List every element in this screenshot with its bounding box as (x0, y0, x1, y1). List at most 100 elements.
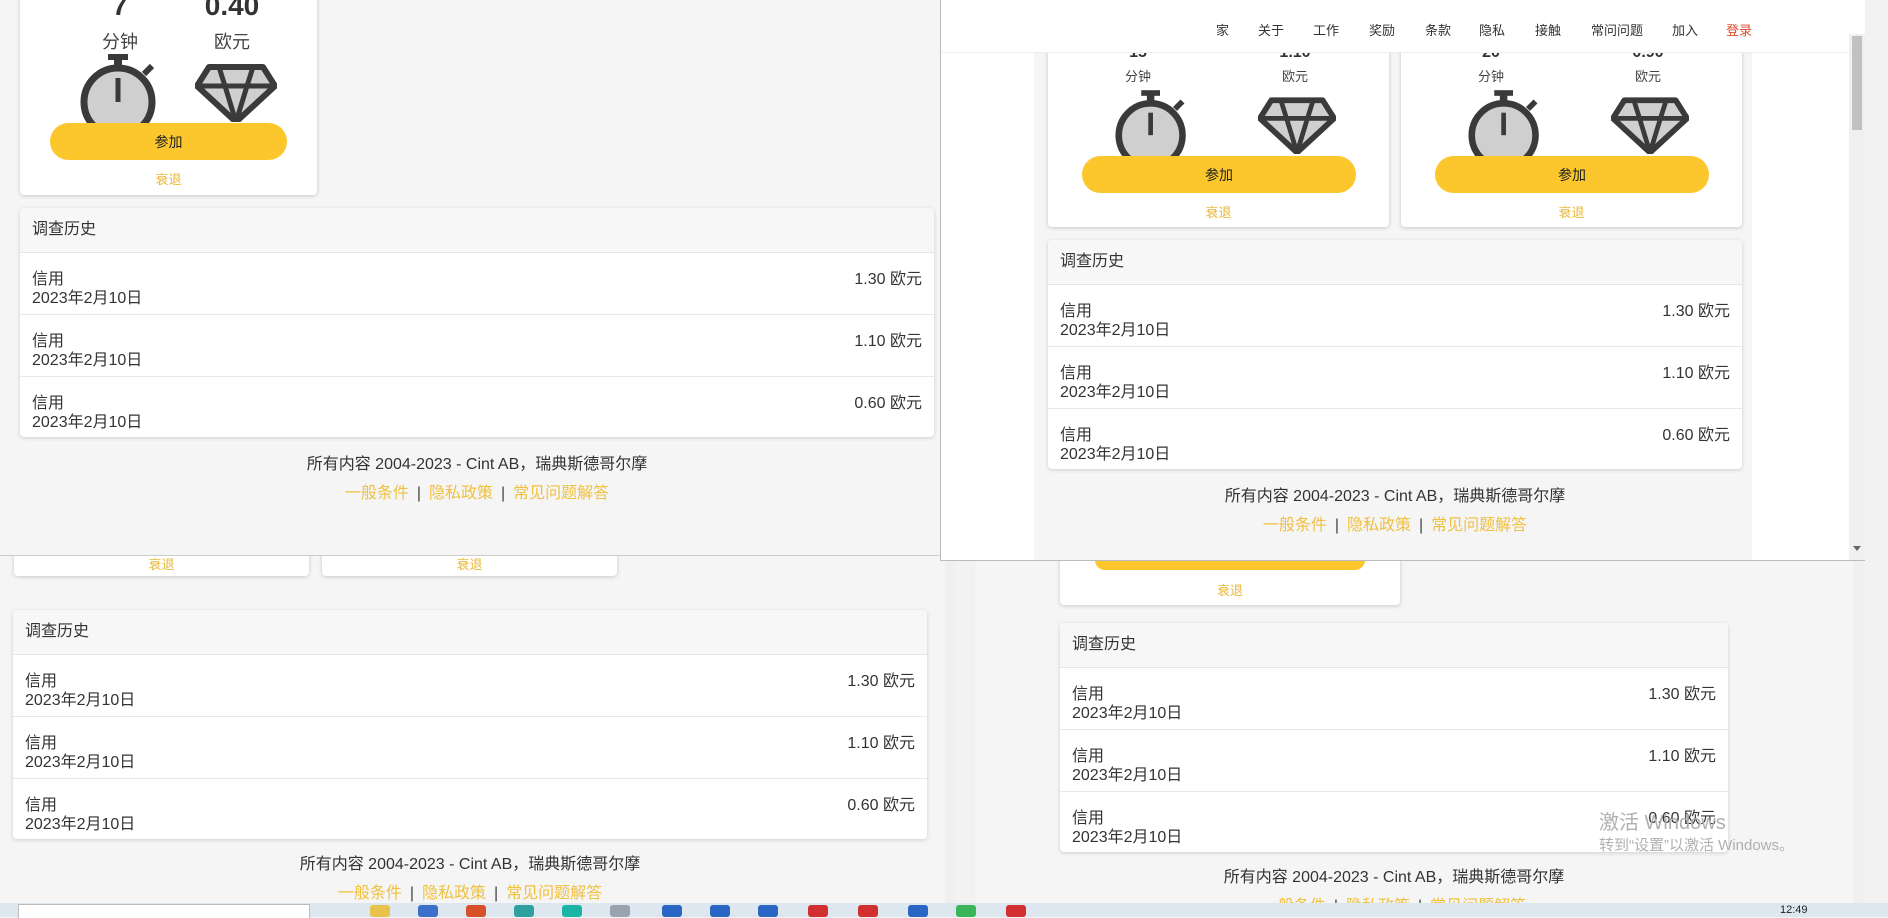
table-row: 信用 2023年2月10日 1.30 欧元 (20, 253, 934, 315)
taskbar-search-box[interactable] (18, 904, 310, 918)
footer-link-faq[interactable]: 常见问题解答 (1431, 517, 1527, 534)
footer-separator: | (1334, 517, 1339, 534)
table-row: 信用 2023年2月10日 1.30 欧元 (1060, 668, 1728, 730)
footer-copyright: 所有内容 2004-2023 - Cint AB，瑞典斯德哥尔摩 (1224, 488, 1566, 505)
scrollbar[interactable] (1849, 34, 1865, 560)
row-date: 2023年2月10日 (25, 754, 136, 771)
scrollbar[interactable] (945, 540, 955, 903)
taskbar-app-icon[interactable] (418, 905, 438, 917)
taskbar-app-icon[interactable] (908, 905, 928, 917)
row-date: 2023年2月10日 (1060, 322, 1171, 339)
decline-link[interactable]: 衰退 (1401, 202, 1742, 221)
row-amount: 1.10 欧元 (854, 333, 922, 350)
footer-link-faq[interactable]: 常见问题解答 (513, 485, 609, 502)
row-date: 2023年2月10日 (1072, 829, 1183, 846)
survey-minutes: 7 (112, 0, 128, 21)
scroll-down-arrow-icon[interactable] (1853, 546, 1861, 551)
join-button[interactable]: 参加 (50, 123, 287, 160)
taskbar-app-icon[interactable] (370, 905, 390, 917)
row-amount: 1.10 欧元 (1662, 365, 1730, 382)
footer-links: 一般条件 | 隐私政策 | 常见问题解答 (20, 479, 934, 503)
footer-copyright: 所有内容 2004-2023 - Cint AB，瑞典斯德哥尔摩 (306, 456, 648, 473)
taskbar-app-icon[interactable] (466, 905, 486, 917)
row-amount: 1.30 欧元 (1662, 303, 1730, 320)
taskbar-app-icon[interactable] (758, 905, 778, 917)
survey-history-panel: 调查历史 信用 2023年2月10日 1.30 欧元 信用 2023年2月10日… (20, 208, 934, 437)
nav-privacy[interactable]: 隐私 (1479, 20, 1505, 39)
watermark-line2: 转到“设置”以激活 Windows。 (1599, 837, 1795, 854)
minutes-label: 分钟 (1124, 69, 1151, 84)
row-date: 2023年2月10日 (1060, 446, 1171, 463)
footer-link-terms[interactable]: 一般条件 (338, 885, 402, 902)
window-bottom-right: 衰退 调查历史 信用 2023年2月10日 1.30 欧元 信用 2023年2月… (975, 555, 1863, 903)
nav-rewards[interactable]: 奖励 (1369, 20, 1395, 39)
taskbar-app-icon[interactable] (808, 905, 828, 917)
nav-home[interactable]: 家 (1216, 20, 1229, 39)
table-row: 信用 2023年2月10日 1.30 欧元 (1048, 285, 1742, 347)
nav-terms[interactable]: 条款 (1425, 20, 1451, 39)
nav-faq[interactable]: 常问问题 (1591, 20, 1643, 39)
table-row: 信用 2023年2月10日 0.60 欧元 (13, 779, 927, 840)
diamond-icon (1611, 97, 1689, 154)
euro-label: 欧元 (214, 32, 250, 52)
footer-copyright: 所有内容 2004-2023 - Cint AB，瑞典斯德哥尔摩 (299, 856, 641, 873)
row-amount: 1.30 欧元 (1648, 686, 1716, 703)
row-amount: 1.30 欧元 (847, 673, 915, 690)
footer-link-privacy[interactable]: 隐私政策 (422, 885, 486, 902)
diamond-icon (1258, 97, 1336, 154)
taskbar-app-icon[interactable] (662, 905, 682, 917)
nav-contact[interactable]: 接触 (1535, 20, 1561, 39)
row-amount: 1.10 欧元 (1648, 748, 1716, 765)
footer-link-terms[interactable]: 一般条件 (345, 485, 409, 502)
taskbar-app-icon[interactable] (610, 905, 630, 917)
table-row: 信用 2023年2月10日 1.10 欧元 (13, 717, 927, 779)
survey-history-title: 调查历史 (1048, 240, 1742, 285)
join-button[interactable]: 参加 (1082, 156, 1356, 193)
taskbar-clock[interactable]: 12:49 (1780, 904, 1808, 916)
decline-link[interactable]: 衰退 (1060, 580, 1400, 599)
survey-history-title: 调查历史 (13, 610, 927, 655)
taskbar-app-icon[interactable] (562, 905, 582, 917)
scrollbar-thumb[interactable] (1852, 36, 1862, 130)
stopwatch-icon (1115, 90, 1186, 158)
decline-link[interactable]: 衰退 (20, 169, 317, 188)
survey-history-title: 调查历史 (1060, 623, 1728, 668)
minutes-label: 分钟 (102, 32, 138, 52)
top-nav: 家 关于 工作 奖励 条款 隐私 接触 常问问题 加入 登录 (941, 0, 1851, 53)
decline-link[interactable]: 衰退 (1048, 202, 1389, 221)
survey-reward: 0.40 (204, 0, 260, 21)
taskbar-app-icon[interactable] (514, 905, 534, 917)
row-date: 2023年2月10日 (25, 816, 136, 833)
survey-history-panel: 调查历史 信用 2023年2月10日 1.30 欧元 信用 2023年2月10日… (1048, 240, 1742, 469)
nav-about[interactable]: 关于 (1258, 20, 1284, 39)
footer-link-terms[interactable]: 一般条件 (1263, 517, 1327, 534)
footer-links: 一般条件 | 隐私政策 | 常见问题解答 (1048, 511, 1742, 535)
euro-label: 欧元 (1281, 69, 1308, 84)
footer-links: 一般条件 | 隐私政策 | 常见问题解答 (13, 879, 927, 903)
nav-jobs[interactable]: 工作 (1313, 20, 1339, 39)
table-row: 信用 2023年2月10日 1.30 欧元 (13, 655, 927, 717)
join-button[interactable]: 参加 (1435, 156, 1709, 193)
footer-separator: | (501, 485, 506, 502)
row-amount: 0.60 欧元 (1662, 427, 1730, 444)
nav-login[interactable]: 登录 (1726, 20, 1752, 39)
taskbar-app-icon[interactable] (956, 905, 976, 917)
row-amount: 1.30 欧元 (854, 271, 922, 288)
row-date: 2023年2月10日 (1072, 767, 1183, 784)
row-date: 2023年2月10日 (32, 352, 143, 369)
footer-link-privacy[interactable]: 隐私政策 (429, 485, 493, 502)
scrollbar[interactable] (1853, 555, 1863, 903)
footer-link-privacy[interactable]: 隐私政策 (1347, 517, 1411, 534)
footer-link-faq[interactable]: 常见问题解答 (506, 885, 602, 902)
table-row: 信用 2023年2月10日 1.10 欧元 (1060, 730, 1728, 792)
survey-card: 7 0.40 分钟 欧元 参加 衰退 (20, 0, 317, 195)
taskbar-app-icon[interactable] (710, 905, 730, 917)
taskbar-app-icon[interactable] (858, 905, 878, 917)
decline-link[interactable]: 衰退 (322, 554, 617, 573)
window-top-left: 7 0.40 分钟 欧元 参加 衰退 调查历史 信用 2023年2月10日 1.… (0, 0, 941, 556)
row-amount: 0.60 欧元 (854, 395, 922, 412)
taskbar-app-icon[interactable] (1006, 905, 1026, 917)
nav-join[interactable]: 加入 (1672, 20, 1698, 39)
decline-link[interactable]: 衰退 (14, 554, 309, 573)
diamond-icon (195, 64, 277, 122)
